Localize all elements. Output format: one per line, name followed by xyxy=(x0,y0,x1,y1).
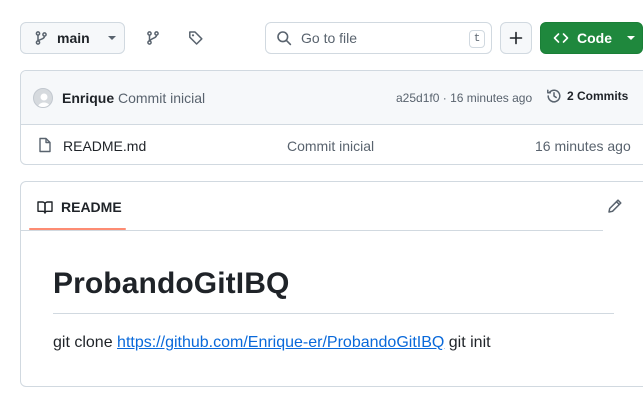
readme-header: README xyxy=(21,182,643,231)
readme-repo-link[interactable]: https://github.com/Enrique-er/ProbandoGi… xyxy=(117,334,444,351)
commit-sha[interactable]: a25d1f0 xyxy=(396,91,439,105)
chevron-down-icon xyxy=(107,35,117,41)
commit-meta: a25d1f0 · 16 minutes ago xyxy=(396,91,532,105)
readme-tab-label: README xyxy=(61,198,122,215)
readme-text-after: git init xyxy=(448,334,491,351)
commit-time: 16 minutes ago xyxy=(450,91,533,105)
pencil-icon[interactable] xyxy=(607,198,623,214)
meta-separator: · xyxy=(442,91,447,105)
file-commit-message[interactable]: Commit inicial xyxy=(287,138,374,154)
code-icon xyxy=(553,30,569,46)
tab-readme[interactable]: README xyxy=(29,182,126,231)
branches-link[interactable] xyxy=(137,22,169,54)
divider xyxy=(53,313,614,314)
branch-name: main xyxy=(57,30,90,46)
readme-paragraph: git clone https://github.com/Enrique-er/… xyxy=(53,334,491,352)
commits-count-label: 2 Commits xyxy=(567,89,629,103)
search-shortcut-key: t xyxy=(469,30,485,48)
add-file-button[interactable] xyxy=(500,22,532,54)
git-branch-icon xyxy=(33,30,49,46)
readme-panel: README ProbandoGitIBQ git clone https://… xyxy=(20,181,643,387)
history-icon xyxy=(546,88,562,104)
file-browser: Enrique Commit inicial a25d1f0 · 16 minu… xyxy=(20,70,643,165)
tags-link[interactable] xyxy=(180,22,212,54)
code-button-label: Code xyxy=(577,30,612,46)
search-input[interactable] xyxy=(301,30,461,46)
file-icon xyxy=(37,137,53,153)
readme-title: ProbandoGitIBQ xyxy=(53,267,290,300)
tag-icon xyxy=(188,30,204,46)
commit-message[interactable]: Commit inicial xyxy=(118,90,205,106)
chevron-down-icon xyxy=(626,35,636,41)
table-row: README.md Commit inicial 16 minutes ago xyxy=(21,125,643,164)
branches-icon xyxy=(145,30,161,46)
file-name-link[interactable]: README.md xyxy=(63,138,146,154)
branch-selector-button[interactable]: main xyxy=(20,22,125,54)
file-age: 16 minutes ago xyxy=(535,138,631,154)
commits-history-link[interactable]: 2 Commits xyxy=(546,88,628,104)
plus-icon xyxy=(508,30,524,46)
code-button[interactable]: Code xyxy=(540,22,643,54)
commit-author[interactable]: Enrique xyxy=(62,90,114,106)
avatar[interactable] xyxy=(33,88,53,108)
go-to-file-search[interactable]: t xyxy=(265,22,492,54)
divider xyxy=(21,230,603,231)
search-icon xyxy=(276,30,292,46)
book-icon xyxy=(37,199,53,215)
latest-commit-bar: Enrique Commit inicial a25d1f0 · 16 minu… xyxy=(21,71,643,125)
readme-text-before: git clone xyxy=(53,334,113,351)
